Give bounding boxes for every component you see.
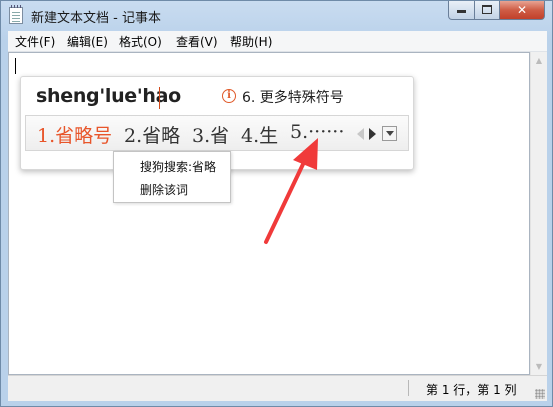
annotation-arrow bbox=[264, 138, 318, 244]
arrow-head bbox=[293, 138, 318, 170]
arrow-shaft bbox=[264, 158, 307, 244]
